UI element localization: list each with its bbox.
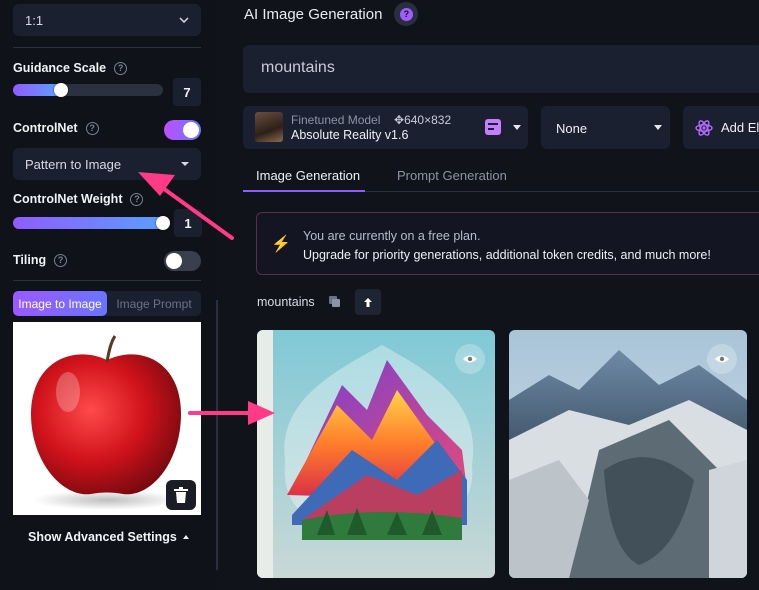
controlnet-weight-label: ControlNet Weight ? [13, 192, 144, 206]
notice-line-2: Upgrade for priority generations, additi… [303, 248, 711, 262]
left-panel-scrollbar[interactable] [216, 300, 218, 570]
divider [13, 47, 201, 48]
reference-image [13, 322, 201, 515]
generation-tabs: Image Generation Prompt Generation [243, 160, 759, 192]
controlnet-label: ControlNet ? [13, 121, 99, 135]
show-advanced-settings[interactable]: Show Advanced Settings [28, 530, 189, 544]
tab-image-to-image[interactable]: Image to Image [13, 291, 107, 316]
prompt-input[interactable]: mountains [243, 45, 759, 93]
eye-icon [463, 355, 477, 363]
delete-image-button[interactable] [166, 480, 196, 510]
controlnet-text: ControlNet [13, 121, 78, 135]
aspect-ratio-value: 1:1 [25, 12, 44, 28]
controlnet-mode-value: Pattern to Image [25, 156, 122, 172]
tab-image-generation[interactable]: Image Generation [256, 168, 360, 183]
guidance-scale-text: Guidance Scale [13, 61, 107, 75]
controlnet-weight-slider[interactable] [13, 216, 170, 230]
left-settings-panel: 1:1 Guidance Scale ? 7 ControlNet ? Patt… [0, 0, 216, 590]
slider-fill [13, 217, 169, 229]
help-icon[interactable]: ? [130, 192, 144, 206]
tab-prompt-generation[interactable]: Prompt Generation [397, 168, 507, 183]
active-tab-underline [243, 190, 365, 192]
tiling-label: Tiling ? [13, 253, 68, 267]
help-icon[interactable]: ? [85, 121, 99, 135]
image-mode-tabs: Image to Image Image Prompt [13, 291, 201, 316]
page-header: AI Image Generation ? [244, 0, 419, 28]
model-dimensions-value: 640×832 [404, 113, 452, 127]
controlnet-weight-text: ControlNet Weight [13, 192, 123, 206]
model-name: Absolute Reality v1.6 [291, 128, 409, 142]
toggle-knob [166, 253, 182, 269]
add-element-button[interactable]: Add El [683, 106, 759, 149]
controlnet-mode-select[interactable]: Pattern to Image [13, 148, 201, 180]
view-button[interactable] [455, 344, 485, 374]
caret-down-icon [513, 125, 521, 130]
tiling-text: Tiling [13, 253, 47, 267]
tab-image-prompt[interactable]: Image Prompt [107, 291, 201, 316]
slider-thumb[interactable] [156, 216, 170, 230]
help-badge[interactable]: ? [394, 2, 419, 26]
free-plan-notice[interactable]: ⚡ You are currently on a free plan. Upgr… [256, 212, 759, 275]
help-icon: ? [399, 7, 413, 21]
advanced-settings-label: Show Advanced Settings [28, 530, 177, 544]
eye-icon [715, 355, 729, 363]
add-element-label: Add El [721, 120, 759, 135]
caret-up-icon [182, 535, 189, 539]
generation-prompt: mountains [257, 295, 315, 309]
model-select[interactable]: Finetuned Model ✥640×832 Absolute Realit… [243, 106, 528, 149]
model-dimensions: ✥640×832 [394, 113, 452, 127]
atom-icon [695, 119, 713, 136]
style-value: None [556, 121, 588, 136]
arrow-up-button[interactable] [354, 289, 381, 315]
controlnet-weight-value[interactable]: 1 [174, 209, 202, 237]
caret-down-icon [181, 162, 189, 166]
prompt-icon[interactable] [485, 119, 501, 135]
aspect-ratio-select[interactable]: 1:1 [13, 4, 201, 36]
slider-thumb[interactable] [54, 83, 68, 97]
generated-image-2[interactable] [509, 330, 747, 578]
copy-icon[interactable] [328, 296, 341, 308]
trash-icon [174, 487, 188, 503]
bolt-icon: ⚡ [271, 236, 291, 253]
generation-header: mountains [257, 289, 381, 315]
toggle-knob [183, 122, 199, 138]
arrow-up-icon [363, 297, 372, 307]
help-icon[interactable]: ? [54, 253, 68, 267]
help-icon[interactable]: ? [114, 61, 128, 75]
model-subtitle: Finetuned Model [291, 113, 381, 127]
model-thumbnail [255, 112, 283, 142]
notice-line-1: You are currently on a free plan. [303, 229, 481, 243]
view-button[interactable] [707, 344, 737, 374]
guidance-scale-slider[interactable] [13, 83, 163, 97]
generated-image-1[interactable] [257, 330, 495, 578]
chevron-down-icon [179, 17, 189, 23]
guidance-scale-label: Guidance Scale ? [13, 61, 128, 75]
guidance-scale-value[interactable]: 7 [173, 78, 201, 106]
style-select[interactable]: None [541, 106, 670, 149]
page-title: AI Image Generation [244, 5, 383, 23]
controlnet-toggle[interactable] [164, 120, 201, 140]
divider [13, 280, 201, 281]
caret-down-icon [654, 125, 662, 130]
main-area: AI Image Generation ? mountains Finetune… [219, 0, 759, 590]
tiling-toggle[interactable] [164, 251, 201, 271]
